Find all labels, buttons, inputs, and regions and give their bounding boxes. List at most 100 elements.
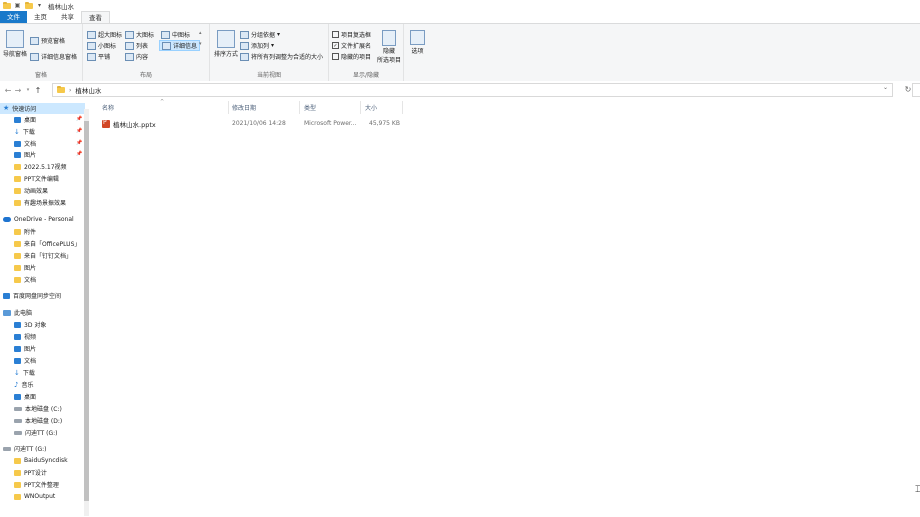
size-all-columns-button[interactable]: 将所有列调整为合适的大小 — [240, 52, 323, 61]
group-by-button[interactable]: 分组依据 ▾ — [240, 30, 280, 39]
current-view-group: 排序方式 分组依据 ▾ 添加列 ▾ 将所有列调整为合适的大小 当前视图 — [210, 24, 329, 81]
sidebar-item[interactable]: 本地磁盘 (D:) — [0, 415, 62, 426]
search-input[interactable] — [912, 83, 920, 97]
sidebar-item-label: 闪迪TT (G:) — [25, 430, 58, 437]
sidebar-item[interactable]: ↓ 下载 — [0, 367, 35, 378]
column-divider[interactable] — [360, 101, 361, 114]
documents-icon — [14, 357, 21, 364]
address-box[interactable]: › 植林山水 ⌄ — [52, 83, 893, 97]
sidebar-item[interactable]: 百度网盘同步空间 — [0, 290, 61, 301]
folder-icon — [14, 199, 21, 206]
sidebar-item[interactable]: 文档 — [0, 355, 36, 366]
sidebar-item[interactable]: 图片 — [0, 262, 36, 273]
this-pc-icon — [3, 309, 11, 316]
nav-scrollbar-thumb[interactable] — [84, 121, 89, 501]
address-dropdown-chevron-icon[interactable]: ⌄ — [883, 84, 888, 91]
tab-share[interactable]: 共享 — [54, 11, 81, 23]
sidebar-item[interactable]: 图片 📌 — [0, 149, 82, 160]
sidebar-item[interactable]: 有趣场景振效果 — [0, 197, 66, 208]
nav-scrollbar[interactable] — [84, 109, 89, 516]
sidebar-item[interactable]: 3D 对象 — [0, 319, 46, 330]
sidebar-item[interactable]: 2022.5.17视频 — [0, 161, 67, 172]
chevron-down-icon: ▾ — [271, 42, 275, 49]
new-folder-icon[interactable] — [24, 1, 33, 10]
properties-icon[interactable]: ▣ — [13, 2, 22, 10]
column-divider[interactable] — [299, 101, 300, 114]
options-button[interactable]: 选项 — [410, 30, 425, 55]
sidebar-item[interactable]: 来自「OfficePLUS」 — [0, 238, 80, 249]
sidebar-item[interactable]: 闪迪TT (G:) — [0, 443, 47, 454]
add-columns-button[interactable]: 添加列 ▾ — [240, 41, 274, 50]
desktop-icon — [14, 116, 21, 123]
column-header-name[interactable]: 名称 — [102, 101, 114, 113]
column-header-type[interactable]: 类型 — [304, 101, 316, 113]
ribbon: 导航窗格 预览窗格 详细信息窗格 窗格 超大图标 大图标 中图标 小图标 列表 … — [0, 23, 920, 82]
file-extensions-toggle[interactable]: ✓ 文件扩展名 — [332, 41, 371, 50]
item-checkboxes-checkbox[interactable] — [332, 31, 339, 38]
column-divider[interactable] — [402, 101, 403, 114]
sidebar-item[interactable]: 文档 📌 — [0, 138, 82, 149]
sidebar-item[interactable]: 文档 — [0, 274, 36, 285]
column-header-size[interactable]: 大小 — [365, 101, 377, 113]
sidebar-item[interactable]: PPT设计 — [0, 467, 47, 478]
small-icons-icon — [87, 41, 96, 50]
sidebar-item[interactable]: 桌面 📌 — [0, 114, 82, 125]
customize-toolbar-chevron-icon[interactable]: ▾ — [35, 2, 44, 10]
size-columns-icon — [240, 52, 249, 61]
navigation-pane-button[interactable]: 导航窗格 — [3, 30, 27, 58]
sidebar-item[interactable]: OneDrive - Personal — [0, 214, 74, 225]
sidebar-item[interactable]: WNOutput — [0, 491, 55, 502]
small-icons-button[interactable]: 小图标 — [87, 41, 116, 50]
sidebar-item[interactable]: 此电脑 — [0, 307, 32, 318]
sidebar-item[interactable]: 桌面 — [0, 391, 36, 402]
large-icons-button[interactable]: 大图标 — [125, 30, 154, 39]
sidebar-item[interactable]: 本地磁盘 (C:) — [0, 403, 62, 414]
column-header-date[interactable]: 修改日期 — [232, 101, 256, 113]
column-divider[interactable] — [228, 101, 229, 114]
hide-selected-items-button[interactable]: 隐藏 所选项目 — [377, 30, 401, 64]
tab-home[interactable]: 主页 — [27, 11, 54, 23]
sidebar-item[interactable]: PPT文件编辑 — [0, 173, 59, 184]
sidebar-item[interactable]: ↓ 下载 📌 — [0, 126, 82, 137]
sidebar-item-label: 视频 — [24, 334, 37, 341]
sidebar-item[interactable]: 附件 — [0, 226, 36, 237]
breadcrumb-current[interactable]: 植林山水 — [75, 85, 101, 95]
extra-large-icons-button[interactable]: 超大图标 — [87, 30, 122, 39]
sidebar-item[interactable]: PPT文件整理 — [0, 479, 59, 490]
sidebar-item[interactable]: 闪迪TT (G:) — [0, 427, 58, 438]
folder-icon — [14, 175, 21, 182]
back-icon[interactable]: ← — [3, 84, 13, 96]
item-checkboxes-toggle[interactable]: 项目复选框 — [332, 30, 371, 39]
sidebar-item[interactable]: 视频 — [0, 331, 36, 342]
tab-file[interactable]: 文件 — [0, 11, 27, 23]
sidebar-item[interactable]: 动画效果 — [0, 185, 48, 196]
list-button[interactable]: 列表 — [125, 41, 148, 50]
sidebar-item-label: 来自「OfficePLUS」 — [24, 241, 81, 248]
sidebar-item[interactable]: ★ 快速访问 — [0, 103, 85, 114]
layout-scroll-up-icon[interactable]: ▴ — [199, 30, 202, 36]
preview-pane-button[interactable]: 预览窗格 — [30, 36, 65, 45]
tiles-button[interactable]: 平铺 — [87, 52, 110, 61]
tab-view[interactable]: 查看 — [81, 11, 110, 23]
folder-icon — [14, 187, 21, 194]
layout-scroll-down-icon[interactable]: ▾ — [199, 41, 202, 47]
content-view-button[interactable]: 内容 — [125, 52, 148, 61]
sort-by-button[interactable]: 排序方式 — [214, 30, 238, 58]
up-icon[interactable]: ↑ — [33, 84, 43, 96]
file-extensions-checkbox[interactable]: ✓ — [332, 42, 339, 49]
forward-icon[interactable]: → — [13, 84, 23, 96]
details-view-button[interactable]: 详细信息 — [159, 40, 201, 51]
file-row[interactable]: 植林山水.pptx 2021/10/06 14:28 Microsoft Pow… — [96, 118, 406, 129]
sidebar-item[interactable]: 图片 — [0, 343, 36, 354]
breadcrumb-chevron-icon[interactable]: › — [69, 87, 71, 94]
sidebar-item[interactable]: 来自「钉钉文档」 — [0, 250, 72, 261]
hidden-items-checkbox[interactable] — [332, 53, 339, 60]
medium-icons-button[interactable]: 中图标 — [161, 30, 190, 39]
details-pane-button[interactable]: 详细信息窗格 — [30, 52, 77, 61]
sidebar-item[interactable]: BaiduSyncdisk — [0, 455, 68, 466]
sidebar-item-label: OneDrive - Personal — [14, 216, 74, 223]
sidebar-item[interactable]: ♪ 音乐 — [0, 379, 33, 390]
medium-icons-icon — [161, 30, 170, 39]
recent-locations-chevron-icon[interactable]: ▾ — [23, 84, 33, 96]
hidden-items-toggle[interactable]: 隐藏的项目 — [332, 52, 371, 61]
